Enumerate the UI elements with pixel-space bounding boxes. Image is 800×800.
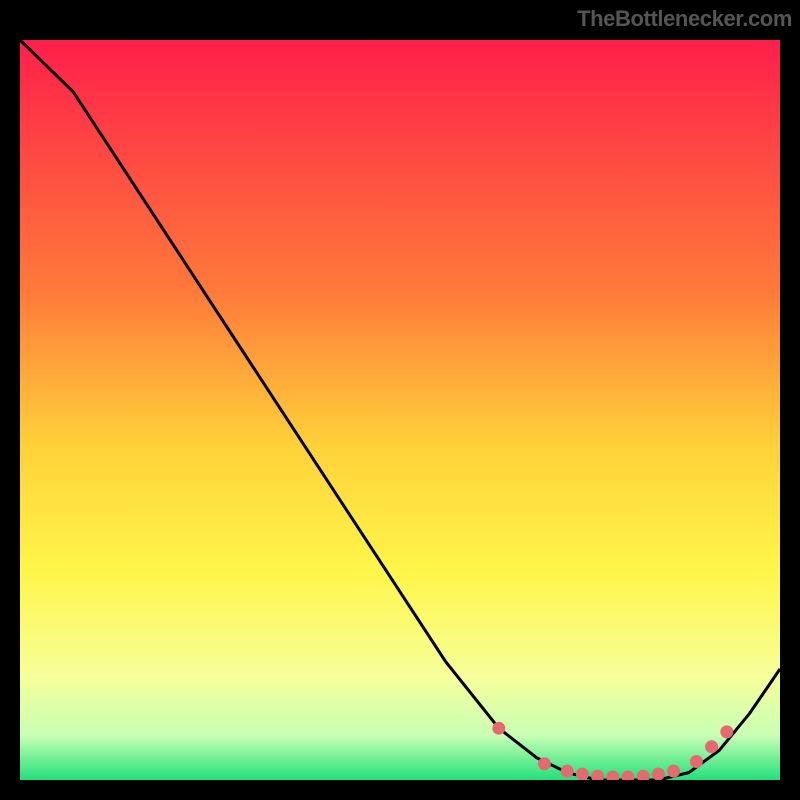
marker-dot — [667, 765, 680, 778]
marker-dot — [720, 725, 733, 738]
chart-frame — [20, 40, 780, 780]
marker-dot — [538, 757, 551, 770]
marker-dot — [705, 740, 718, 753]
marker-dot — [690, 755, 703, 768]
gradient-background — [20, 40, 780, 780]
marker-dot — [576, 768, 589, 780]
marker-dot — [561, 765, 574, 778]
marker-dot — [652, 768, 665, 780]
bottleneck-chart — [20, 40, 780, 780]
credit-text: TheBottlenecker.com — [577, 6, 792, 32]
marker-dot — [492, 722, 505, 735]
